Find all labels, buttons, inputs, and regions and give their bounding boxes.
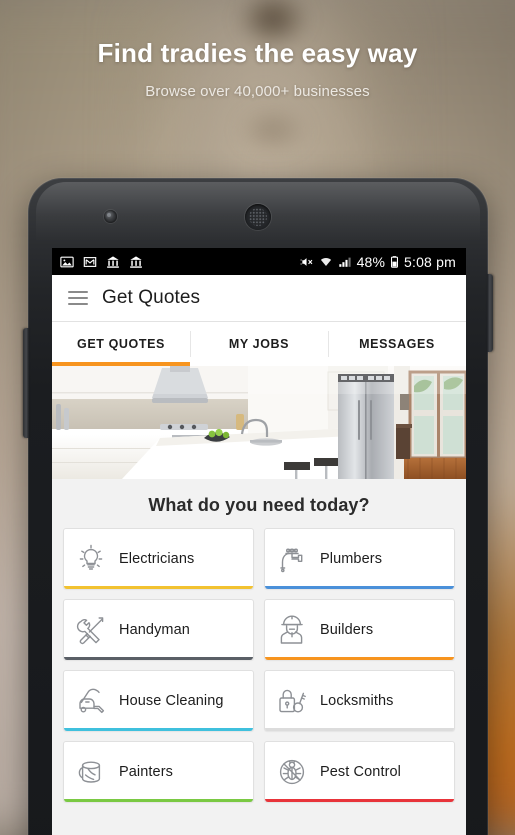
category-label: Handyman [119,621,190,638]
category-accent-bar [64,657,253,660]
paint-can-icon [74,755,108,789]
app-bar: Get Quotes [52,275,466,322]
no-bug-icon [275,755,309,789]
category-card-locksmiths[interactable]: Locksmiths [264,670,455,731]
category-card-plumbers[interactable]: Plumbers [264,528,455,589]
tab-my-jobs[interactable]: MY JOBS [190,322,328,366]
tab-messages[interactable]: MESSAGES [328,322,466,366]
category-label: Painters [119,763,173,780]
category-card-painters[interactable]: Painters [63,741,254,802]
category-accent-bar [265,728,454,731]
lightbulb-icon [74,542,108,576]
category-card-builders[interactable]: Builders [264,599,455,660]
wifi-icon [320,257,331,266]
volume-button[interactable] [23,328,29,438]
padlock-key-icon [275,684,309,718]
clock-label: 5:08 pm [404,253,456,270]
signal-icon [338,257,351,267]
phone-screen: 48% 5:08 pm Get Quotes GET QUOTES MY JOB… [52,248,466,835]
section-title: What do you need today? [148,495,370,515]
earpiece-speaker-icon [245,204,271,230]
speaker-mesh [249,208,267,226]
tab-bar: GET QUOTES MY JOBS MESSAGES [52,322,466,366]
kitchen-illustration [52,366,466,479]
category-accent-bar [265,799,454,802]
bank-icon [130,255,142,268]
category-label: Pest Control [320,763,401,780]
status-bar-system: 48% 5:08 pm [300,254,456,270]
image-icon [60,256,74,267]
category-card-pest-control[interactable]: Pest Control [264,741,455,802]
category-label: Locksmiths [320,692,394,709]
status-bar-notifications [60,255,300,269]
phone-device: 48% 5:08 pm Get Quotes GET QUOTES MY JOB… [23,178,493,835]
category-accent-bar [64,728,253,731]
category-label: Plumbers [320,550,383,567]
hero-banner-image [52,366,466,479]
vacuum-icon [74,684,108,718]
category-card-house-cleaning[interactable]: House Cleaning [63,670,254,731]
builder-icon [275,613,309,647]
category-label: Builders [320,621,374,638]
promo-text-block: Find tradies the easy way Browse over 40… [0,38,515,100]
page-title: Get Quotes [102,287,201,308]
tab-get-quotes[interactable]: GET QUOTES [52,322,190,366]
category-label: House Cleaning [119,692,224,709]
status-bar: 48% 5:08 pm [52,248,466,275]
category-accent-bar [265,657,454,660]
content-area: What do you need today? Electricians Plu… [52,479,466,835]
gmail-icon [83,256,97,267]
tools-icon [74,613,108,647]
hamburger-menu-icon[interactable] [68,291,88,305]
category-accent-bar [64,799,253,802]
battery-percent-label: 48% [356,253,385,270]
category-grid: Electricians Plumbers Handyman Builders … [63,528,455,802]
battery-icon [391,255,399,268]
front-camera-icon [104,210,117,223]
category-card-handyman[interactable]: Handyman [63,599,254,660]
category-accent-bar [265,586,454,589]
category-label: Electricians [119,550,195,567]
promo-title: Find tradies the easy way [97,38,418,68]
bank-icon [107,255,119,268]
power-button[interactable] [487,274,493,352]
mute-icon [300,257,313,266]
category-accent-bar [64,586,253,589]
promo-subtitle: Browse over 40,000+ businesses [145,83,370,100]
tap-icon [275,542,309,576]
category-card-electricians[interactable]: Electricians [63,528,254,589]
